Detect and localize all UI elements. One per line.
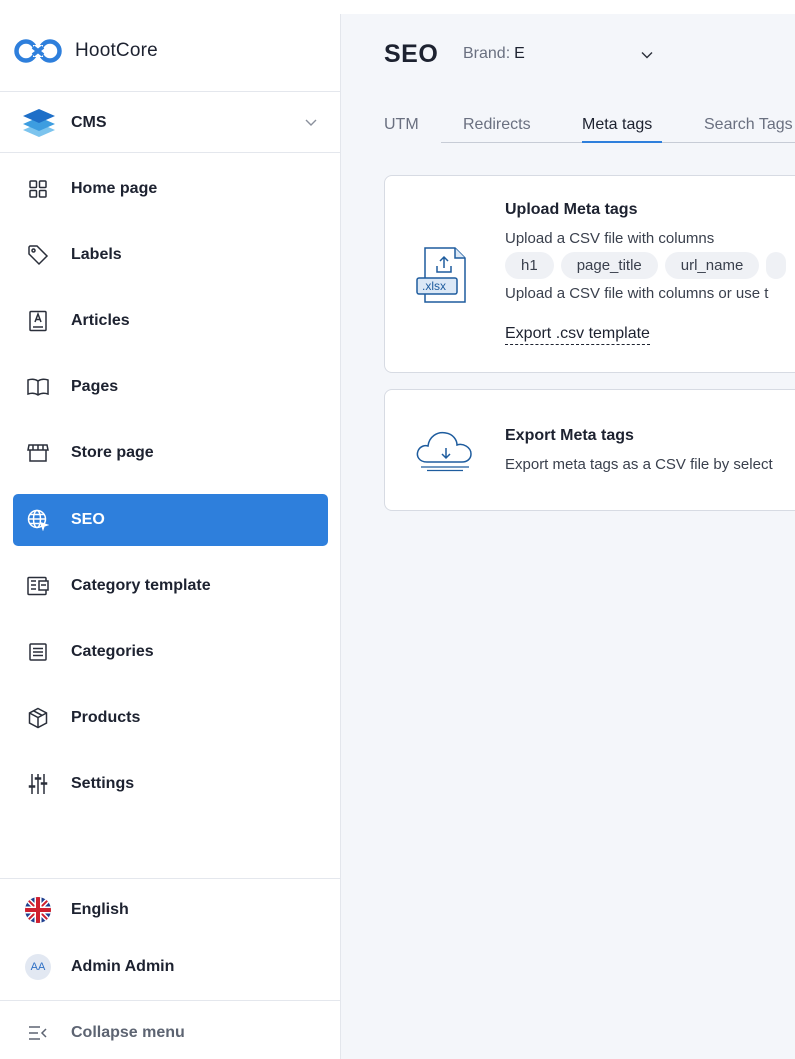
uk-flag-icon <box>25 897 51 923</box>
column-chip: page_title <box>560 252 658 279</box>
tag-icon <box>25 242 51 268</box>
tab-utm[interactable]: UTM <box>384 116 419 134</box>
collapse-menu-button[interactable]: Collapse menu <box>13 1013 328 1053</box>
xlsx-badge-label: .xlsx <box>422 279 446 293</box>
upload-card-title: Upload Meta tags <box>505 201 638 218</box>
sidebar: HootCore CMS Home page Labels Articles P… <box>0 14 341 1059</box>
seo-tabs: UTM Redirects Meta tags Search Tags <box>384 108 795 143</box>
divider <box>0 91 340 92</box>
cms-section-selector[interactable]: CMS <box>0 93 340 153</box>
sidebar-item-settings[interactable]: Settings <box>13 758 328 810</box>
sidebar-item-label: Categories <box>71 643 154 660</box>
column-chips: h1 page_title url_name <box>505 252 787 279</box>
layers-icon <box>23 109 55 137</box>
avatar: AA <box>25 954 51 980</box>
cloud-download-icon <box>416 431 472 472</box>
divider <box>0 1000 340 1001</box>
sliders-icon <box>25 771 51 797</box>
sidebar-item-categories[interactable]: Categories <box>13 626 328 678</box>
export-meta-tags-card[interactable]: Export Meta tags Export meta tags as a C… <box>384 389 795 511</box>
sidebar-item-labels[interactable]: Labels <box>13 229 328 281</box>
sidebar-item-label: SEO <box>71 511 105 528</box>
app-name: HootCore <box>75 40 158 61</box>
upload-card-description-secondary: Upload a CSV file with columns or use t <box>505 285 769 302</box>
sidebar-item-label: Products <box>71 709 141 726</box>
column-chip: h1 <box>505 252 554 279</box>
divider <box>0 878 340 879</box>
sidebar-item-products[interactable]: Products <box>13 692 328 744</box>
divider <box>0 152 340 153</box>
brand-selector[interactable]: Brand: E <box>463 45 525 63</box>
active-tab-indicator <box>582 141 662 143</box>
tab-search-tags[interactable]: Search Tags <box>704 116 793 134</box>
sidebar-item-home-page[interactable]: Home page <box>13 163 328 215</box>
sidebar-item-label: Labels <box>71 246 122 263</box>
user-menu[interactable]: AA Admin Admin <box>13 947 328 987</box>
box-icon <box>25 705 51 731</box>
sidebar-item-label: Store page <box>71 444 154 461</box>
sidebar-item-label: Articles <box>71 312 130 329</box>
avatar-initials: AA <box>25 954 51 980</box>
export-card-title: Export Meta tags <box>505 427 634 444</box>
export-card-description: Export meta tags as a CSV file by select <box>505 456 773 473</box>
collapse-menu-label: Collapse menu <box>71 1024 185 1041</box>
xlsx-file-upload-icon <box>416 247 466 303</box>
sidebar-item-category-template[interactable]: Category template <box>13 560 328 612</box>
sidebar-item-label: Category template <box>71 577 211 594</box>
column-chip: url_name <box>664 252 760 279</box>
template-icon <box>25 573 51 599</box>
upload-meta-tags-card: .xlsx Upload Meta tags Upload a CSV file… <box>384 175 795 373</box>
book-icon <box>25 374 51 400</box>
language-selector[interactable]: English <box>13 890 328 930</box>
brand-value: E <box>514 45 525 62</box>
sidebar-item-label: Settings <box>71 775 135 792</box>
sidebar-item-seo[interactable]: SEO <box>13 494 328 546</box>
list-icon <box>25 639 51 665</box>
upload-card-description: Upload a CSV file with columns <box>505 230 715 247</box>
cms-label: CMS <box>71 114 107 131</box>
grid-icon <box>25 176 51 202</box>
sidebar-item-label: Home page <box>71 180 158 197</box>
brand-label: Brand: <box>463 45 511 62</box>
chevron-down-icon[interactable] <box>640 48 654 62</box>
sidebar-item-store-page[interactable]: Store page <box>13 427 328 479</box>
chevron-down-icon <box>305 119 317 126</box>
sidebar-item-label: Pages <box>71 378 119 395</box>
top-strip <box>0 0 795 14</box>
language-label: English <box>71 901 129 918</box>
collapse-icon <box>25 1020 51 1046</box>
logo[interactable]: HootCore <box>13 36 158 66</box>
user-name: Admin Admin <box>71 958 175 975</box>
export-csv-template-link[interactable]: Export .csv template <box>505 325 650 345</box>
globe-icon <box>25 507 51 533</box>
page-title: SEO <box>384 40 439 68</box>
tab-redirects[interactable]: Redirects <box>463 116 531 134</box>
article-icon <box>25 308 51 334</box>
sidebar-item-articles[interactable]: Articles <box>13 295 328 347</box>
hootcore-logo-icon <box>14 39 62 63</box>
store-icon <box>25 440 51 466</box>
sidebar-item-pages[interactable]: Pages <box>13 361 328 413</box>
tab-meta-tags[interactable]: Meta tags <box>582 116 652 134</box>
column-chip-partial <box>766 252 787 279</box>
